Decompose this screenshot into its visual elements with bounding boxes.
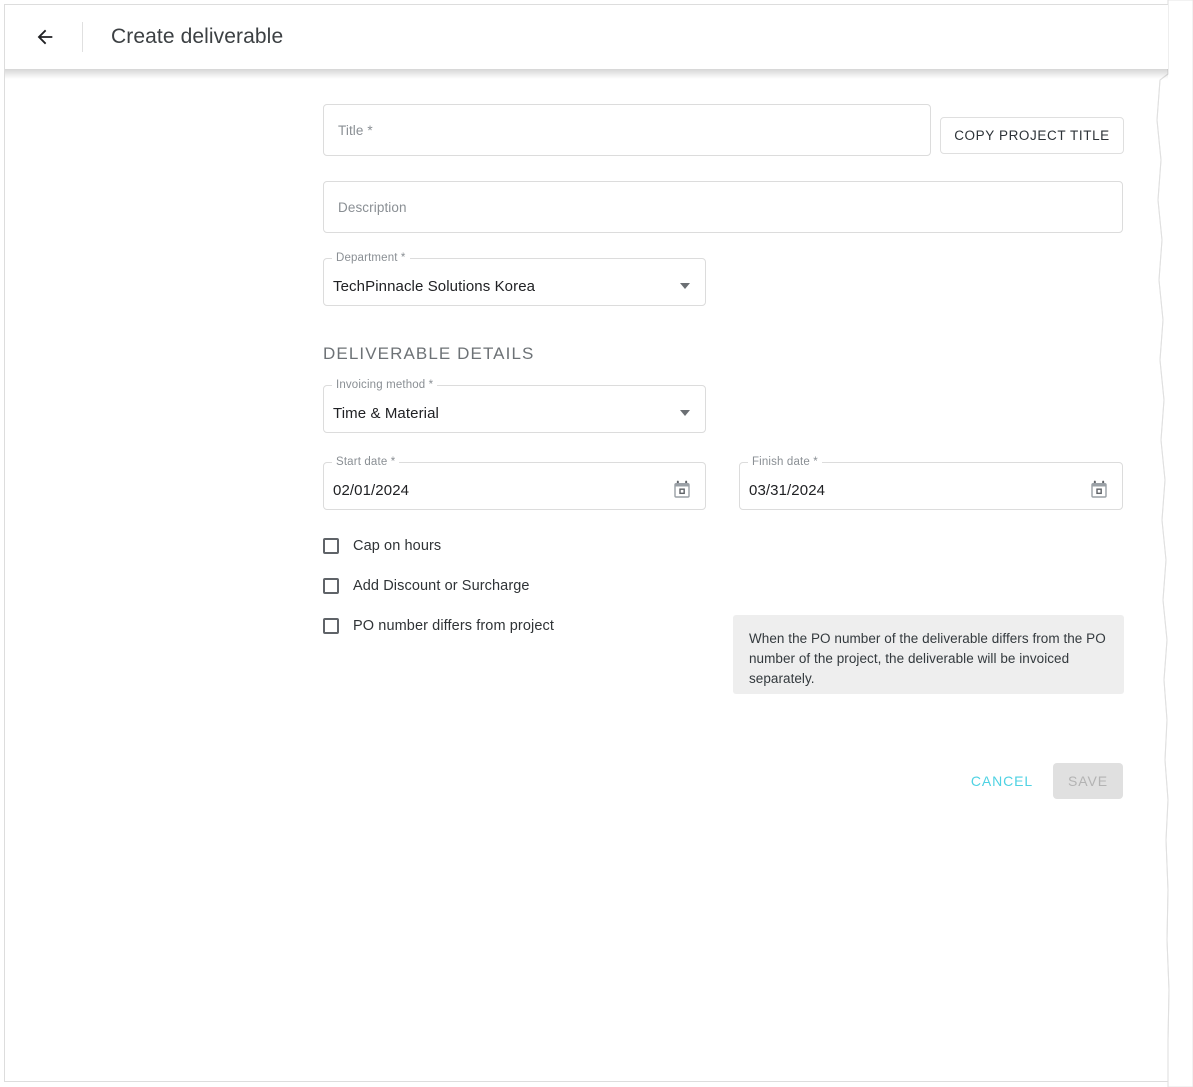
calendar-icon[interactable] xyxy=(672,480,692,500)
title-input[interactable]: Title * xyxy=(323,104,931,156)
finish-date-value: 03/31/2024 xyxy=(749,482,826,499)
checkbox-add-discount-or-surcharge[interactable] xyxy=(323,578,339,594)
description-input[interactable]: Description xyxy=(323,181,1123,233)
checkbox-row-cap-on-hours[interactable]: Cap on hours xyxy=(323,538,441,554)
back-button[interactable] xyxy=(25,17,65,57)
checkbox-label-cap-on-hours: Cap on hours xyxy=(353,538,442,554)
app-bar: Create deliverable xyxy=(5,5,1168,69)
checkbox-row-add-discount-or-surcharge[interactable]: Add Discount or Surcharge xyxy=(323,578,530,594)
calendar-icon[interactable] xyxy=(1089,480,1109,500)
department-select[interactable]: Department * TechPinnacle Solutions Kore… xyxy=(323,250,706,306)
appbar-divider xyxy=(82,22,83,52)
department-select-label: Department * xyxy=(332,251,410,265)
checkbox-label-po-number-differs: PO number differs from project xyxy=(353,618,554,634)
invoicing-method-select-value: Time & Material xyxy=(333,405,439,422)
title-input-placeholder: Title * xyxy=(338,123,373,138)
page-title: Create deliverable xyxy=(111,25,284,48)
chevron-down-icon[interactable] xyxy=(680,410,690,416)
info-panel: When the PO number of the deliverable di… xyxy=(733,615,1124,694)
page-frame: Create deliverable Title * COPY PROJECT … xyxy=(0,0,1193,1087)
save-button[interactable]: SAVE xyxy=(1053,763,1123,799)
department-select-value: TechPinnacle Solutions Korea xyxy=(333,278,536,295)
create-deliverable-form: Title * COPY PROJECT TITLE Description D… xyxy=(0,79,1168,1079)
copy-project-title-button[interactable]: COPY PROJECT TITLE xyxy=(940,117,1124,154)
info-panel-text: When the PO number of the deliverable di… xyxy=(749,631,1106,686)
checkbox-label-add-discount-or-surcharge: Add Discount or Surcharge xyxy=(353,578,530,594)
checkbox-row-po-number-differs[interactable]: PO number differs from project xyxy=(323,618,554,634)
cancel-button[interactable]: CANCEL xyxy=(960,763,1044,799)
chevron-down-icon[interactable] xyxy=(680,283,690,289)
start-date-value: 02/01/2024 xyxy=(333,482,410,499)
invoicing-method-select[interactable]: Invoicing method * Time & Material xyxy=(323,377,706,433)
finish-date-label: Finish date * xyxy=(748,455,822,469)
start-date-input[interactable]: Start date * 02/01/2024 xyxy=(323,454,706,510)
section-heading: DELIVERABLE DETAILS xyxy=(323,344,535,363)
finish-date-input[interactable]: Finish date * 03/31/2024 xyxy=(739,454,1123,510)
checkbox-cap-on-hours[interactable] xyxy=(323,538,339,554)
start-date-label: Start date * xyxy=(332,455,400,469)
invoicing-method-select-label: Invoicing method * xyxy=(332,378,438,392)
description-input-placeholder: Description xyxy=(338,200,407,215)
checkbox-po-number-differs[interactable] xyxy=(323,618,339,634)
arrow-left-icon xyxy=(37,29,53,45)
